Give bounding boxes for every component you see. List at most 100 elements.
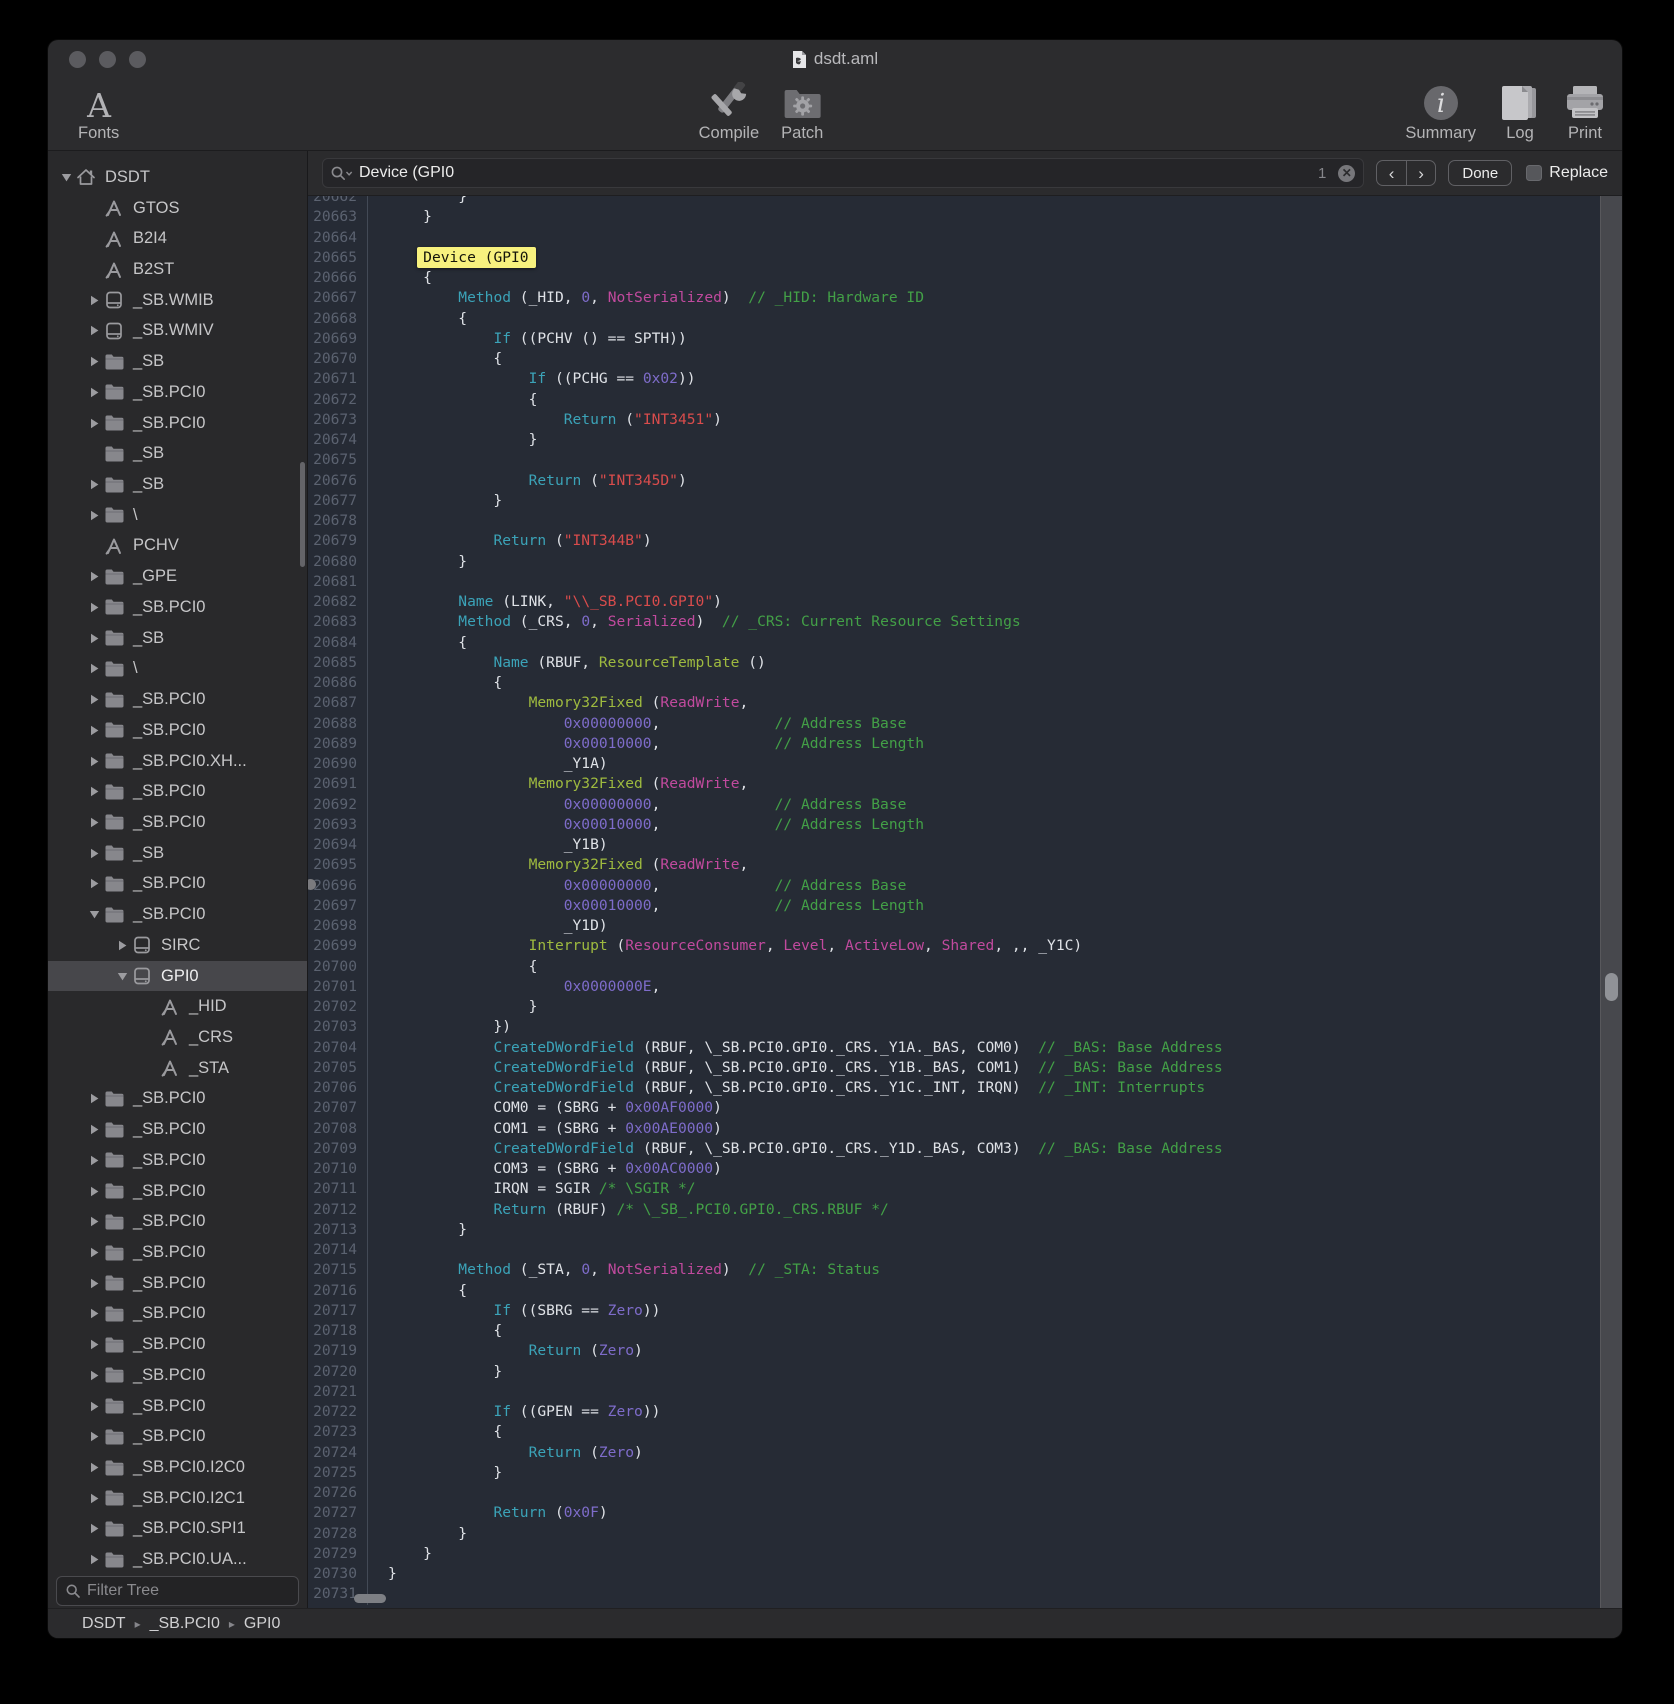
disclosure-triangle-icon[interactable] bbox=[86, 725, 103, 736]
tree-item[interactable]: _SB.WMIV bbox=[48, 316, 307, 347]
disclosure-triangle-icon[interactable] bbox=[86, 1462, 103, 1473]
tree-item[interactable]: _SB.PCI0 bbox=[48, 377, 307, 408]
tree-item[interactable]: _SB.PCI0 bbox=[48, 869, 307, 900]
disclosure-triangle-icon[interactable] bbox=[86, 387, 103, 398]
tree-item[interactable]: B2ST bbox=[48, 254, 307, 285]
tree-item[interactable]: SIRC bbox=[48, 930, 307, 961]
disclosure-triangle-icon[interactable] bbox=[86, 1339, 103, 1350]
disclosure-triangle-icon[interactable] bbox=[86, 663, 103, 674]
tree-item[interactable]: _SB bbox=[48, 346, 307, 377]
tree-item[interactable]: _SB.PCI0.UA... bbox=[48, 1544, 307, 1575]
tree-item[interactable]: _SB.PCI0 bbox=[48, 592, 307, 623]
disclosure-triangle-icon[interactable] bbox=[86, 786, 103, 797]
tree-item[interactable]: _SB.WMIB bbox=[48, 285, 307, 316]
tree-item[interactable]: _CRS bbox=[48, 1022, 307, 1053]
code-editor[interactable]: 20662 }20663 }2066420665 Device (GPI0206… bbox=[308, 196, 1600, 1608]
tree-item[interactable]: \ bbox=[48, 654, 307, 685]
disclosure-triangle-icon[interactable] bbox=[86, 295, 103, 306]
tree-item[interactable]: _GPE bbox=[48, 561, 307, 592]
disclosure-triangle-icon[interactable] bbox=[86, 418, 103, 429]
tree-item[interactable]: _SB.PCI0 bbox=[48, 1145, 307, 1176]
disclosure-triangle-icon[interactable] bbox=[86, 571, 103, 582]
tree-item[interactable]: _SB.PCI0.XH... bbox=[48, 746, 307, 777]
disclosure-triangle-icon[interactable] bbox=[86, 1278, 103, 1289]
compile-button[interactable]: Compile bbox=[699, 82, 760, 142]
tree-item[interactable]: _SB.PCI0 bbox=[48, 684, 307, 715]
sidebar-scrollbar[interactable] bbox=[300, 462, 305, 567]
tree-item[interactable]: _SB.PCI0 bbox=[48, 1176, 307, 1207]
tree-item[interactable]: _SB.PCI0 bbox=[48, 1114, 307, 1145]
find-previous-button[interactable]: ‹ bbox=[1377, 161, 1407, 185]
tree-item[interactable]: _SB.PCI0.SPI1 bbox=[48, 1514, 307, 1545]
disclosure-triangle-icon[interactable] bbox=[86, 1370, 103, 1381]
disclosure-triangle-icon[interactable] bbox=[86, 1124, 103, 1135]
tree-item[interactable]: _SB.PCI0 bbox=[48, 899, 307, 930]
search-input[interactable]: Device (GPI0 1 ✕ bbox=[322, 158, 1364, 188]
disclosure-triangle-icon[interactable] bbox=[86, 633, 103, 644]
tree-item[interactable]: _SB.PCI0 bbox=[48, 408, 307, 439]
done-button[interactable]: Done bbox=[1448, 160, 1512, 186]
tree-item[interactable]: _SB.PCI0 bbox=[48, 1329, 307, 1360]
disclosure-triangle-icon[interactable] bbox=[86, 848, 103, 859]
disclosure-triangle-icon[interactable] bbox=[86, 910, 103, 919]
breadcrumb-item[interactable]: GPI0 bbox=[244, 1615, 280, 1633]
disclosure-triangle-icon[interactable] bbox=[58, 173, 75, 182]
tree-item[interactable]: _SB.PCI0 bbox=[48, 1299, 307, 1330]
tree-item[interactable]: PCHV bbox=[48, 531, 307, 562]
clear-search-icon[interactable]: ✕ bbox=[1338, 165, 1355, 182]
disclosure-triangle-icon[interactable] bbox=[86, 817, 103, 828]
tree-item[interactable]: _SB.PCI0.I2C1 bbox=[48, 1483, 307, 1514]
tree-item[interactable]: _SB bbox=[48, 469, 307, 500]
disclosure-triangle-icon[interactable] bbox=[86, 1493, 103, 1504]
disclosure-triangle-icon[interactable] bbox=[86, 1247, 103, 1258]
disclosure-triangle-icon[interactable] bbox=[86, 756, 103, 767]
filter-tree-input[interactable]: Filter Tree bbox=[56, 1576, 299, 1606]
disclosure-triangle-icon[interactable] bbox=[86, 1093, 103, 1104]
summary-button[interactable]: i Summary bbox=[1405, 82, 1476, 142]
disclosure-triangle-icon[interactable] bbox=[86, 1155, 103, 1166]
tree-item[interactable]: _SB.PCI0 bbox=[48, 807, 307, 838]
fonts-button[interactable]: A Fonts bbox=[78, 82, 119, 142]
disclosure-triangle-icon[interactable] bbox=[86, 1431, 103, 1442]
disclosure-triangle-icon[interactable] bbox=[86, 1308, 103, 1319]
disclosure-triangle-icon[interactable] bbox=[86, 694, 103, 705]
find-next-button[interactable]: › bbox=[1407, 161, 1436, 185]
breadcrumb-item[interactable]: DSDT bbox=[82, 1615, 126, 1633]
tree-item[interactable]: _SB bbox=[48, 623, 307, 654]
log-button[interactable]: Log bbox=[1500, 82, 1540, 142]
replace-checkbox[interactable] bbox=[1526, 165, 1542, 181]
vertical-scrollbar-thumb[interactable] bbox=[1605, 973, 1618, 1001]
disclosure-triangle-icon[interactable] bbox=[86, 479, 103, 490]
tree-item[interactable]: _SB.PCI0 bbox=[48, 1206, 307, 1237]
disclosure-triangle-icon[interactable] bbox=[86, 1186, 103, 1197]
disclosure-triangle-icon[interactable] bbox=[114, 972, 131, 981]
patch-button[interactable]: Patch bbox=[781, 82, 823, 142]
horizontal-scrollbar-thumb[interactable] bbox=[354, 1594, 386, 1603]
tree-item[interactable]: _HID bbox=[48, 991, 307, 1022]
disclosure-triangle-icon[interactable] bbox=[86, 510, 103, 521]
tree-item[interactable]: _SB.PCI0 bbox=[48, 1084, 307, 1115]
tree-item[interactable]: _STA bbox=[48, 1053, 307, 1084]
disclosure-triangle-icon[interactable] bbox=[86, 602, 103, 613]
tree-item[interactable]: _SB.PCI0 bbox=[48, 1268, 307, 1299]
tree-item[interactable]: _SB.PCI0 bbox=[48, 776, 307, 807]
tree-item[interactable]: \ bbox=[48, 500, 307, 531]
disclosure-triangle-icon[interactable] bbox=[86, 1401, 103, 1412]
tree-item[interactable]: _SB.PCI0 bbox=[48, 715, 307, 746]
disclosure-triangle-icon[interactable] bbox=[86, 1216, 103, 1227]
tree-item[interactable]: B2I4 bbox=[48, 223, 307, 254]
tree-item[interactable]: GPI0 bbox=[48, 961, 307, 992]
tree-item[interactable]: _SB.PCI0 bbox=[48, 1360, 307, 1391]
disclosure-triangle-icon[interactable] bbox=[86, 1554, 103, 1565]
tree-item[interactable]: _SB.PCI0 bbox=[48, 1237, 307, 1268]
disclosure-triangle-icon[interactable] bbox=[86, 1523, 103, 1534]
disclosure-triangle-icon[interactable] bbox=[114, 940, 131, 951]
tree-item[interactable]: _SB bbox=[48, 838, 307, 869]
tree-item[interactable]: _SB.PCI0 bbox=[48, 1391, 307, 1422]
disclosure-triangle-icon[interactable] bbox=[86, 356, 103, 367]
tree-item[interactable]: DSDT bbox=[48, 162, 307, 193]
vertical-scrollbar[interactable] bbox=[1600, 196, 1622, 1608]
tree-item[interactable]: _SB bbox=[48, 438, 307, 469]
tree-item[interactable]: GTOS bbox=[48, 193, 307, 224]
tree-item[interactable]: _SB.PCI0.I2C0 bbox=[48, 1452, 307, 1483]
